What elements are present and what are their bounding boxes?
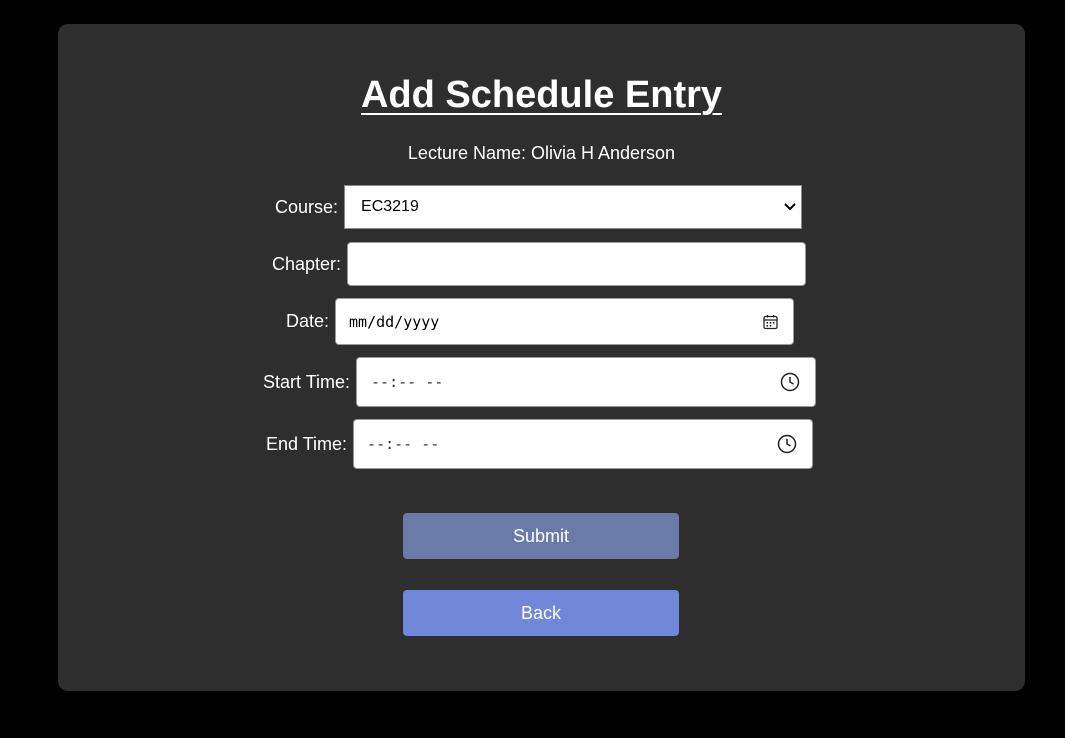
start-time-input[interactable]: --:-- -- (356, 357, 817, 407)
clock-icon[interactable] (780, 372, 800, 392)
end-time-row: End Time: --:-- -- (266, 419, 814, 469)
end-time-input[interactable]: --:-- -- (353, 419, 814, 469)
course-select-value: EC3219 (361, 198, 419, 215)
calendar-icon[interactable] (763, 314, 778, 329)
start-time-placeholder: --:-- -- (371, 373, 444, 391)
course-select[interactable]: EC3219 (344, 185, 803, 229)
date-label: Date: (286, 311, 330, 331)
page-title: Add Schedule Entry (360, 74, 723, 116)
course-row: Course: EC3219 (275, 185, 803, 229)
date-row: Date: mm/dd/yyyy (286, 298, 795, 345)
chevron-down-icon (783, 202, 797, 212)
lecture-name-text: Lecture Name: Olivia H Anderson (407, 143, 676, 163)
date-input-placeholder: mm/dd/yyyy (349, 312, 440, 331)
chapter-label: Chapter: (272, 253, 342, 274)
submit-button[interactable]: Submit (403, 513, 679, 559)
date-input[interactable]: mm/dd/yyyy (335, 298, 795, 345)
chapter-input[interactable] (347, 242, 807, 286)
start-time-label: Start Time: (263, 371, 351, 392)
back-button[interactable]: Back (403, 590, 679, 636)
course-label: Course: (275, 196, 339, 217)
chapter-row: Chapter: (272, 242, 807, 286)
end-time-label: End Time: (266, 433, 348, 454)
clock-icon[interactable] (777, 434, 797, 454)
start-time-row: Start Time: --:-- -- (263, 357, 817, 407)
end-time-placeholder: --:-- -- (367, 435, 440, 453)
schedule-form-card: Add Schedule Entry Lecture Name: Olivia … (58, 24, 1025, 691)
